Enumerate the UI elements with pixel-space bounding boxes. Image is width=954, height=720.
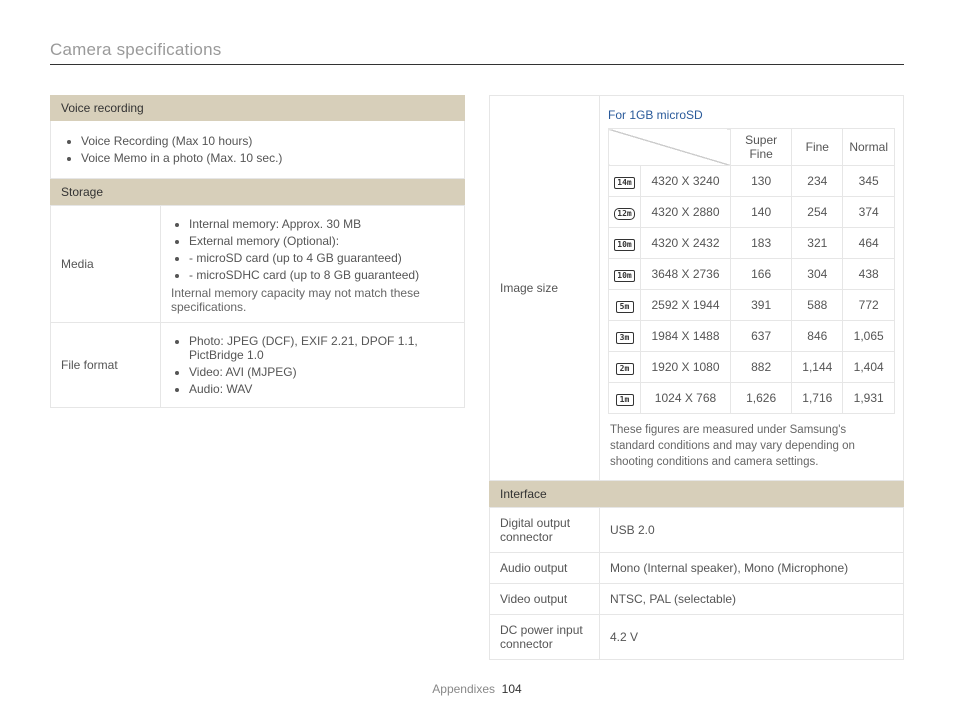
interface-row-label: DC power input connector — [490, 615, 600, 660]
page-title: Camera specifications — [50, 40, 904, 65]
table-row: 10m 3648 X 2736 166 304 438 — [609, 259, 895, 290]
interface-row-label: Digital output connector — [490, 508, 600, 553]
value: 304 — [792, 259, 843, 290]
resolution: 3648 X 2736 — [641, 259, 731, 290]
value: 1,626 — [731, 383, 792, 414]
voice-recording-header: Voice recording — [50, 95, 465, 121]
left-column: Voice recording Voice Recording (Max 10 … — [50, 95, 465, 660]
media-item: External memory (Optional): — [189, 234, 454, 248]
resolution: 4320 X 2432 — [641, 228, 731, 259]
footer-page-number: 104 — [502, 682, 522, 696]
resolution-icon: 1m — [616, 394, 634, 406]
storage-header: Storage — [50, 179, 465, 205]
microsd-title: For 1GB microSD — [608, 102, 895, 128]
value: 374 — [843, 197, 895, 228]
resolution-icon: 10m — [614, 239, 634, 251]
voice-recording-item: Voice Recording (Max 10 hours) — [81, 134, 450, 148]
value: 772 — [843, 290, 895, 321]
file-format-item: Photo: JPEG (DCF), EXIF 2.21, DPOF 1.1, … — [189, 334, 454, 362]
image-size-label: Image size — [490, 96, 600, 481]
table-row: 3m 1984 X 1488 637 846 1,065 — [609, 321, 895, 352]
interface-row-label: Audio output — [490, 553, 600, 584]
resolution: 2592 X 1944 — [641, 290, 731, 321]
table-row: 14m 4320 X 3240 130 234 345 — [609, 166, 895, 197]
interface-row-value: Mono (Internal speaker), Mono (Microphon… — [600, 553, 904, 584]
image-size-subtable: Super Fine Fine Normal 14m 4320 X 3240 1… — [608, 128, 895, 414]
image-size-content: For 1GB microSD Super Fine Fine Normal 1… — [600, 96, 904, 481]
table-row: 2m 1920 X 1080 882 1,144 1,404 — [609, 352, 895, 383]
file-format-item: Audio: WAV — [189, 382, 454, 396]
resolution-icon: 3m — [616, 332, 634, 344]
table-row: 10m 4320 X 2432 183 321 464 — [609, 228, 895, 259]
value: 130 — [731, 166, 792, 197]
footer-section: Appendixes — [432, 682, 495, 696]
media-label: Media — [51, 206, 161, 323]
interface-row-value: USB 2.0 — [600, 508, 904, 553]
resolution: 4320 X 3240 — [641, 166, 731, 197]
value: 637 — [731, 321, 792, 352]
value: 183 — [731, 228, 792, 259]
storage-table: Media Internal memory: Approx. 30 MB Ext… — [50, 205, 465, 408]
value: 1,065 — [843, 321, 895, 352]
resolution-icon: 10m — [614, 270, 634, 282]
diag-cell — [609, 129, 731, 166]
resolution-icon: 14m — [614, 177, 634, 189]
value: 438 — [843, 259, 895, 290]
value: 588 — [792, 290, 843, 321]
value: 1,144 — [792, 352, 843, 383]
media-value: Internal memory: Approx. 30 MB External … — [161, 206, 465, 323]
value: 254 — [792, 197, 843, 228]
value: 1,404 — [843, 352, 895, 383]
value: 846 — [792, 321, 843, 352]
table-row: 5m 2592 X 1944 391 588 772 — [609, 290, 895, 321]
col-fine: Fine — [792, 129, 843, 166]
voice-recording-item: Voice Memo in a photo (Max. 10 sec.) — [81, 151, 450, 165]
value: 140 — [731, 197, 792, 228]
resolution-icon: 2m — [616, 363, 634, 375]
col-super-fine: Super Fine — [731, 129, 792, 166]
resolution: 1984 X 1488 — [641, 321, 731, 352]
media-sub-item: microSDHC card (up to 8 GB guaranteed) — [189, 268, 454, 282]
media-item: Internal memory: Approx. 30 MB — [189, 217, 454, 231]
value: 166 — [731, 259, 792, 290]
right-column: Image size For 1GB microSD Super Fine Fi… — [489, 95, 904, 660]
table-row: 1m 1024 X 768 1,626 1,716 1,931 — [609, 383, 895, 414]
value: 882 — [731, 352, 792, 383]
interface-header: Interface — [489, 481, 904, 507]
value: 234 — [792, 166, 843, 197]
interface-row-value: NTSC, PAL (selectable) — [600, 584, 904, 615]
value: 391 — [731, 290, 792, 321]
file-format-item: Video: AVI (MJPEG) — [189, 365, 454, 379]
resolution-icon: 12m — [614, 208, 634, 220]
content-columns: Voice recording Voice Recording (Max 10 … — [50, 95, 904, 660]
voice-recording-block: Voice Recording (Max 10 hours) Voice Mem… — [50, 121, 465, 179]
value: 1,716 — [792, 383, 843, 414]
file-format-value: Photo: JPEG (DCF), EXIF 2.21, DPOF 1.1, … — [161, 323, 465, 408]
resolution: 1920 X 1080 — [641, 352, 731, 383]
value: 321 — [792, 228, 843, 259]
col-normal: Normal — [843, 129, 895, 166]
file-format-label: File format — [51, 323, 161, 408]
interface-row-value: 4.2 V — [600, 615, 904, 660]
page-footer: Appendixes 104 — [0, 682, 954, 696]
value: 464 — [843, 228, 895, 259]
resolution: 4320 X 2880 — [641, 197, 731, 228]
value: 345 — [843, 166, 895, 197]
image-size-table: Image size For 1GB microSD Super Fine Fi… — [489, 95, 904, 481]
interface-row-label: Video output — [490, 584, 600, 615]
media-note: Internal memory capacity may not match t… — [171, 286, 454, 314]
resolution-icon: 5m — [616, 301, 634, 313]
image-size-footnote: These figures are measured under Samsung… — [608, 414, 895, 474]
value: 1,931 — [843, 383, 895, 414]
interface-table: Digital output connector USB 2.0 Audio o… — [489, 507, 904, 660]
table-row: 12m 4320 X 2880 140 254 374 — [609, 197, 895, 228]
resolution: 1024 X 768 — [641, 383, 731, 414]
media-sub-item: microSD card (up to 4 GB guaranteed) — [189, 251, 454, 265]
